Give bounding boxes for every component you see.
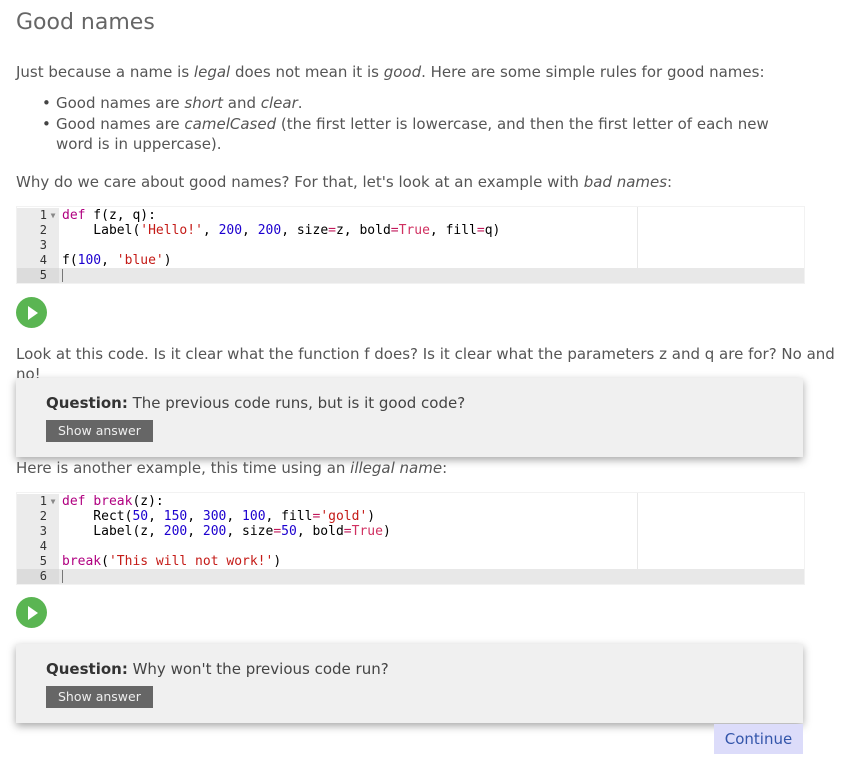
code-line[interactable]: 2 Rect(50, 150, 300, 100, fill='gold') — [17, 509, 804, 524]
code-line[interactable]: 2 Label('Hello!', 200, 200, size=z, bold… — [17, 223, 804, 238]
code-line[interactable]: 4 — [17, 539, 804, 554]
question-text: Question: The previous code runs, but is… — [46, 394, 466, 412]
continue-button[interactable]: Continue — [714, 724, 803, 754]
code-line[interactable]: 1 ▼ def f(z, q): — [17, 208, 804, 223]
code-editor-2[interactable]: 1 ▼ def break(z): 2 Rect(50, 150, 300, 10… — [16, 492, 805, 585]
question-box-1: Question: The previous code runs, but is… — [16, 378, 803, 457]
question-text: Question: Why won't the previous code ru… — [46, 660, 389, 678]
show-answer-button[interactable]: Show answer — [46, 420, 153, 442]
run-button-1[interactable] — [16, 297, 47, 328]
code-line-active[interactable]: 6 — [17, 569, 804, 584]
code-line[interactable]: 1 ▼ def break(z): — [17, 494, 804, 509]
why-paragraph: Why do we care about good names? For tha… — [16, 173, 673, 191]
text-cursor — [62, 570, 63, 583]
list-item: Good names are short and clear. — [16, 93, 776, 113]
page-title: Good names — [16, 10, 155, 35]
intro-paragraph: Just because a name is legal does not me… — [16, 63, 765, 81]
play-icon — [28, 306, 38, 320]
fold-arrow-icon[interactable]: ▼ — [47, 208, 59, 223]
run-button-2[interactable] — [16, 597, 47, 628]
show-answer-button[interactable]: Show answer — [46, 686, 153, 708]
code-editor-1[interactable]: 1 ▼ def f(z, q): 2 Label('Hello!', 200, 2… — [16, 206, 805, 284]
code-line[interactable]: 4 f(100, 'blue') — [17, 253, 804, 268]
text-cursor — [62, 269, 63, 282]
code-line-active[interactable]: 5 — [17, 268, 804, 283]
code-line[interactable]: 5 break('This will not work!') — [17, 554, 804, 569]
another-paragraph: Here is another example, this time using… — [16, 459, 448, 477]
code-line[interactable]: 3 — [17, 238, 804, 253]
question-box-2: Question: Why won't the previous code ru… — [16, 644, 803, 723]
play-icon — [28, 606, 38, 620]
list-item: Good names are camelCased (the first let… — [16, 114, 776, 154]
rules-list: Good names are short and clear. Good nam… — [16, 93, 776, 154]
fold-arrow-icon[interactable]: ▼ — [47, 494, 59, 509]
code-line[interactable]: 3 Label(z, 200, 200, size=50, bold=True) — [17, 524, 804, 539]
